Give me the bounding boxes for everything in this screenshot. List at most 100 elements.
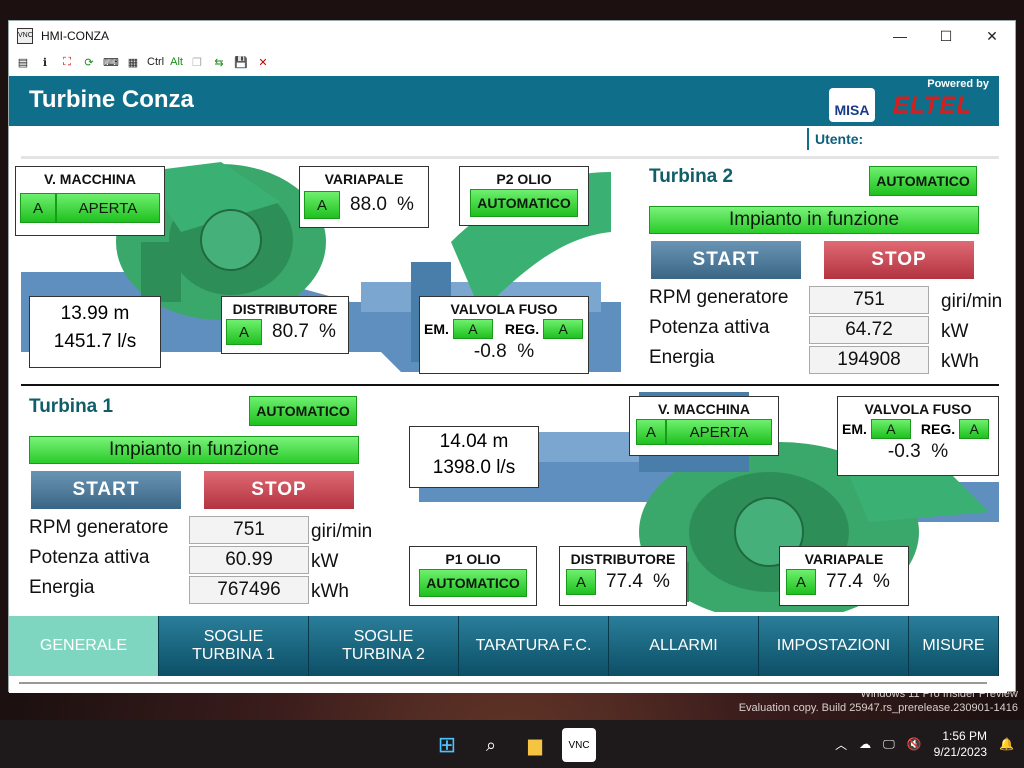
windows-start-icon[interactable]: ⊞ <box>430 728 464 762</box>
t1-distributor-value: 77.4 <box>606 571 643 592</box>
nav-tab-soglie-turbina-1[interactable]: SOGLIE TURBINA 1 <box>159 616 309 676</box>
t1-status-bar: Impianto in funzione <box>29 436 359 464</box>
t2-distributor-mode[interactable]: A <box>226 319 262 345</box>
t2-variapale-panel: VARIAPALE A 88.0 % <box>299 166 429 228</box>
t1-power-unit: kW <box>311 551 339 572</box>
t2-level-panel: 13.99 m 1451.7 l/s <box>29 296 161 368</box>
t2-energy-value: 194908 <box>809 346 929 374</box>
t2-distributor-panel: DISTRIBUTORE A 80.7 % <box>221 296 349 354</box>
horizontal-scrollbar[interactable] <box>19 682 987 684</box>
t1-variapale-mode[interactable]: A <box>786 569 816 595</box>
t1-variapale-title: VARIAPALE <box>804 551 884 567</box>
minimize-button[interactable]: — <box>877 21 923 51</box>
top-divider <box>21 156 999 159</box>
close-button[interactable]: ✕ <box>969 21 1015 51</box>
t1-spindle-valve-panel: VALVOLA FUSO EM. A REG. A -0.3 % <box>837 396 999 476</box>
title-bar[interactable]: VNC HMI-CONZA — ☐ ✕ <box>9 21 1015 51</box>
disconnect-icon[interactable]: ✕ <box>255 54 271 70</box>
t1-valvola-value: -0.3 <box>887 441 921 462</box>
window-title: HMI-CONZA <box>41 29 109 43</box>
t1-distributor-panel: DISTRIBUTORE A 77.4 % <box>559 546 687 606</box>
t1-variapale-panel: VARIAPALE A 77.4 % <box>779 546 909 606</box>
t2-reg-label: REG. <box>504 321 540 337</box>
t2-power-label: Potenza attiva <box>649 317 770 338</box>
nav-tab-allarmi[interactable]: ALLARMI <box>609 616 759 676</box>
t1-stop-button[interactable]: STOP <box>204 471 354 509</box>
nav-tab-misure[interactable]: MISURE <box>909 616 999 676</box>
t2-reg-mode[interactable]: A <box>543 319 584 339</box>
t1-auto-badge[interactable]: AUTOMATICO <box>249 396 357 426</box>
search-icon[interactable]: ⌕ <box>474 728 508 762</box>
clock[interactable]: 1:56 PM 9/21/2023 <box>934 728 987 760</box>
t1-energy-label: Energia <box>29 577 95 598</box>
nav-tab-taratura[interactable]: TARATURA F.C. <box>459 616 609 676</box>
t2-head-unit: m <box>113 303 130 324</box>
refresh-icon[interactable]: ⟳ <box>81 54 97 70</box>
nav-tab-generale[interactable]: GENERALE <box>9 616 159 676</box>
volume-mute-icon[interactable]: 🔇 <box>907 737 922 751</box>
t2-em-mode[interactable]: A <box>452 319 493 339</box>
clipboard-icon[interactable]: ❐ <box>189 54 205 70</box>
save-icon[interactable]: 💾 <box>233 54 249 70</box>
t2-rpm-value: 751 <box>809 286 929 314</box>
fullscreen-icon[interactable]: ⛶ <box>59 54 75 70</box>
t2-valve-macchina-panel: V. MACCHINA A APERTA <box>15 166 165 236</box>
t2-oil-panel: P2 OLIO AUTOMATICO <box>459 166 589 226</box>
t1-valve-macchina-panel: V. MACCHINA A APERTA <box>629 396 779 456</box>
keyboard-icon[interactable]: ⌨ <box>103 54 119 70</box>
t2-rpm-label: RPM generatore <box>649 287 789 308</box>
t1-oil-state[interactable]: AUTOMATICO <box>419 569 527 597</box>
t2-variapale-mode[interactable]: A <box>304 191 340 219</box>
t2-oil-title: P2 OLIO <box>496 171 552 187</box>
t1-flow-value: 1398.0 <box>432 457 491 478</box>
ctrl-key-button[interactable]: Ctrl <box>147 56 164 68</box>
t1-vmacchina-mode[interactable]: A <box>636 419 666 445</box>
alt-key-button[interactable]: Alt <box>170 56 183 68</box>
network-icon[interactable]: 🖵 <box>883 737 895 752</box>
info-icon[interactable]: ℹ <box>37 54 53 70</box>
t1-energy-unit: kWh <box>311 581 349 602</box>
t2-distributor-title: DISTRIBUTORE <box>232 301 338 317</box>
t2-auto-badge[interactable]: AUTOMATICO <box>869 166 977 196</box>
t2-stop-button[interactable]: STOP <box>824 241 974 279</box>
t2-power-unit: kW <box>941 321 969 342</box>
t1-reg-mode[interactable]: A <box>959 419 990 439</box>
t2-vmacchina-mode[interactable]: A <box>20 193 56 223</box>
ctrl-alt-del-icon[interactable]: ▦ <box>125 54 141 70</box>
vnc-viewer-taskbar-icon[interactable]: VNC <box>562 728 596 762</box>
t2-status-bar: Impianto in funzione <box>649 206 979 234</box>
chevron-up-icon[interactable]: ︿ <box>835 736 847 753</box>
nav-tab-soglie-turbina-2[interactable]: SOGLIE TURBINA 2 <box>309 616 459 676</box>
turbina-2-title: Turbina 2 <box>649 166 734 187</box>
page-title: Turbine Conza <box>29 86 194 113</box>
t1-energy-value: 767496 <box>189 576 309 604</box>
t1-rpm-label: RPM generatore <box>29 517 169 538</box>
t2-start-button[interactable]: START <box>651 241 801 279</box>
cloud-icon[interactable]: ☁ <box>859 737 871 751</box>
t2-rpm-unit: giri/min <box>941 291 1003 312</box>
file-explorer-icon[interactable]: ▆ <box>518 728 552 762</box>
vnc-toolbar: ▤ ℹ ⛶ ⟳ ⌨ ▦ Ctrl Alt ❐ ⇆ 💾 ✕ <box>9 51 1015 73</box>
t1-vmacchina-title: V. MACCHINA <box>657 401 751 417</box>
notification-bell-icon[interactable]: 🔔 <box>999 737 1014 751</box>
user-label[interactable]: Utente: <box>807 128 863 150</box>
t1-reg-label: REG. <box>920 421 956 437</box>
t1-vmacchina-state[interactable]: APERTA <box>666 419 772 445</box>
eltel-logo: ELTEL <box>893 92 973 119</box>
vnc-app-icon: VNC <box>17 28 33 44</box>
t2-vmacchina-state[interactable]: APERTA <box>56 193 160 223</box>
taskbar: ⊞ ⌕ ▆ VNC ︿ ☁ 🖵 🔇 1:56 PM 9/21/2023 🔔 <box>0 720 1024 768</box>
bottom-nav: GENERALE SOGLIE TURBINA 1 SOGLIE TURBINA… <box>9 616 999 676</box>
t1-start-button[interactable]: START <box>31 471 181 509</box>
powered-by-label: Powered by <box>927 78 989 90</box>
t1-distributor-mode[interactable]: A <box>566 569 596 595</box>
clock-date: 9/21/2023 <box>933 745 988 759</box>
options-icon[interactable]: ▤ <box>15 54 31 70</box>
nav-tab-impostazioni[interactable]: IMPOSTAZIONI <box>759 616 909 676</box>
t1-oil-title: P1 OLIO <box>445 551 501 567</box>
t2-vmacchina-title: V. MACCHINA <box>43 171 137 187</box>
t1-em-mode[interactable]: A <box>870 419 911 439</box>
maximize-button[interactable]: ☐ <box>923 21 969 51</box>
t2-oil-state[interactable]: AUTOMATICO <box>470 189 578 217</box>
transfer-icon[interactable]: ⇆ <box>211 54 227 70</box>
